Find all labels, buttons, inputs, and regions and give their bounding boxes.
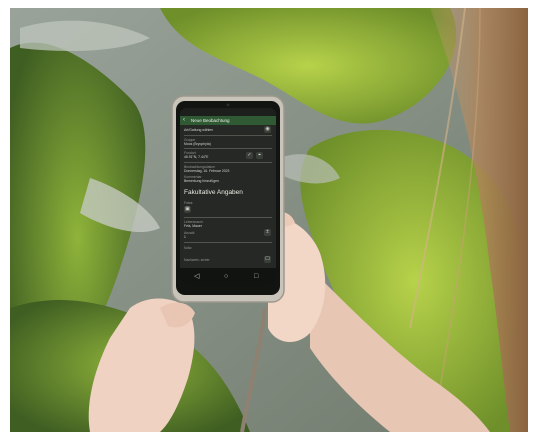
gps-icon[interactable]: ⌖	[256, 152, 263, 159]
app-title: Neue Beobachtung	[191, 118, 230, 123]
nav-back-icon[interactable]: ◁	[194, 272, 199, 282]
divider	[184, 148, 272, 149]
checkbox-label[interactable]: Nachweis: sicher	[184, 258, 210, 262]
stepper-icon[interactable]: ±	[264, 229, 271, 236]
add-photo-icon[interactable]: ▣	[184, 206, 191, 213]
phone-screen: ‹ Neue Beobachtung Art/Gattung wählen ◉ …	[180, 108, 276, 286]
divider	[184, 162, 272, 163]
back-arrow-icon[interactable]: ‹	[183, 116, 185, 125]
field-group-value[interactable]: Moos (Bryophyta)	[184, 142, 211, 146]
form-content: Art/Gattung wählen ◉ Gruppe Moos (Bryoph…	[180, 125, 276, 286]
count-value[interactable]: 1	[184, 235, 186, 239]
toggle-icon[interactable]: ☐	[264, 256, 271, 263]
photo-label: Fotos	[184, 201, 193, 205]
divider	[184, 217, 272, 218]
divider	[184, 135, 272, 136]
system-nav-bar: ◁ ○ □	[180, 268, 276, 286]
photo-frame: ‹ Neue Beobachtung Art/Gattung wählen ◉ …	[10, 8, 528, 432]
section-title: Fakultative Angaben	[184, 189, 243, 196]
field-species-label[interactable]: Art/Gattung wählen	[184, 128, 213, 132]
app-bar: ‹ Neue Beobachtung	[180, 116, 276, 125]
check-icon[interactable]: ✓	[246, 152, 253, 159]
front-camera-icon	[226, 103, 230, 107]
camera-icon[interactable]: ◉	[264, 126, 271, 133]
field-location-value[interactable]: 46.91°N, 7.44°E	[184, 155, 208, 159]
divider	[184, 242, 272, 243]
nav-home-icon[interactable]: ○	[224, 272, 228, 282]
habitat-value[interactable]: Fels, Mauer	[184, 224, 202, 228]
field-comment-value[interactable]: Bemerkung hinzufügen	[184, 179, 219, 183]
nav-recent-icon[interactable]: □	[254, 272, 258, 282]
note-label: Notiz	[184, 246, 192, 250]
field-date-value[interactable]: Donnerstag, 16. Februar 2023	[184, 169, 229, 173]
